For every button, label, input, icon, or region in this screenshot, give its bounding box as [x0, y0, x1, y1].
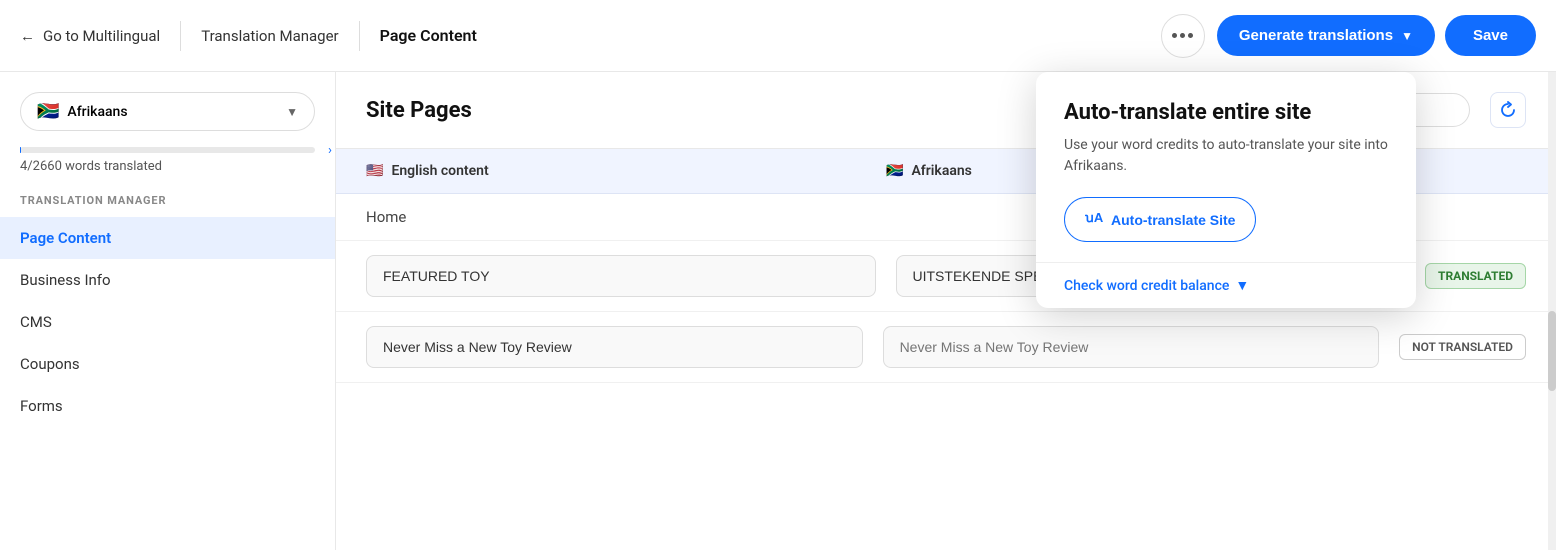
chevron-down-icon: ▼ — [1401, 29, 1413, 43]
auto-translate-label: Auto-translate Site — [1111, 212, 1235, 228]
language-chevron-icon: ▼ — [286, 105, 298, 119]
arrow-left-icon: ← — [20, 27, 35, 45]
afrikaans-toy-review-input[interactable] — [883, 326, 1380, 368]
chevron-down-credit-icon: ▼ — [1235, 277, 1249, 294]
translate-icon: ꭒA — [1085, 208, 1103, 231]
save-button[interactable]: Save — [1445, 15, 1536, 56]
sidebar-section-title: TRANSLATION MANAGER — [0, 194, 335, 217]
back-label: Go to Multilingual — [43, 27, 160, 45]
sidebar-item-cms[interactable]: CMS — [0, 301, 335, 343]
column-english: 🇺🇸 English content — [366, 163, 866, 179]
language-flag: 🇿🇦 — [37, 101, 59, 122]
check-credit-balance-button[interactable]: Check word credit balance ▼ — [1064, 263, 1388, 308]
progress-bar-track — [20, 147, 315, 153]
scrollbar-track — [1548, 72, 1556, 550]
sidebar-item-page-content[interactable]: Page Content — [0, 217, 335, 259]
svg-text:ꭒA: ꭒA — [1085, 210, 1103, 225]
table-row: NOT TRANSLATED — [336, 312, 1556, 383]
scrollbar-thumb[interactable] — [1548, 311, 1556, 391]
afrikaans-column-label: Afrikaans — [911, 163, 971, 179]
credit-balance-label: Check word credit balance — [1064, 278, 1229, 294]
back-button[interactable]: ← Go to Multilingual — [20, 27, 160, 45]
top-header: ← Go to Multilingual Translation Manager… — [0, 0, 1556, 72]
chevron-right-icon: › — [328, 143, 332, 158]
sidebar-item-forms[interactable]: Forms — [0, 385, 335, 427]
generate-dropdown-popup: Auto-translate entire site Use your word… — [1036, 72, 1416, 308]
breadcrumb-page-content: Page Content — [380, 26, 477, 45]
sidebar-item-business-info[interactable]: Business Info — [0, 259, 335, 301]
language-name: Afrikaans — [67, 104, 278, 120]
popup-title: Auto-translate entire site — [1064, 100, 1388, 125]
dots-icon — [1172, 33, 1193, 38]
english-featured-toy-input[interactable] — [366, 255, 876, 297]
progress-bar-container: › — [20, 147, 315, 153]
popup-description: Use your word credits to auto-translate … — [1064, 135, 1388, 177]
generate-translations-button[interactable]: Generate translations ▼ — [1217, 15, 1435, 56]
sidebar-item-coupons[interactable]: Coupons — [0, 343, 335, 385]
content-title: Site Pages — [366, 98, 472, 123]
refresh-button[interactable] — [1490, 92, 1526, 128]
more-options-button[interactable] — [1161, 14, 1205, 58]
word-count: 4/2660 words translated — [20, 159, 315, 174]
status-badge-translated: TRANSLATED — [1425, 263, 1526, 289]
english-column-label: English content — [391, 163, 488, 179]
english-toy-review-input[interactable] — [366, 326, 863, 368]
header-divider-1 — [180, 21, 181, 51]
status-badge-not-translated: NOT TRANSLATED — [1399, 334, 1526, 360]
breadcrumb-translation-manager: Translation Manager — [201, 27, 338, 45]
auto-translate-site-button[interactable]: ꭒA Auto-translate Site — [1064, 197, 1256, 242]
language-selector[interactable]: 🇿🇦 Afrikaans ▼ — [20, 92, 315, 131]
refresh-icon — [1499, 101, 1517, 119]
header-divider-2 — [359, 21, 360, 51]
english-flag: 🇺🇸 — [366, 163, 383, 179]
sidebar: 🇿🇦 Afrikaans ▼ › 4/2660 words translated… — [0, 72, 336, 550]
generate-label: Generate translations — [1239, 27, 1393, 44]
afrikaans-flag: 🇿🇦 — [886, 163, 903, 179]
status-column-header — [1406, 163, 1526, 179]
